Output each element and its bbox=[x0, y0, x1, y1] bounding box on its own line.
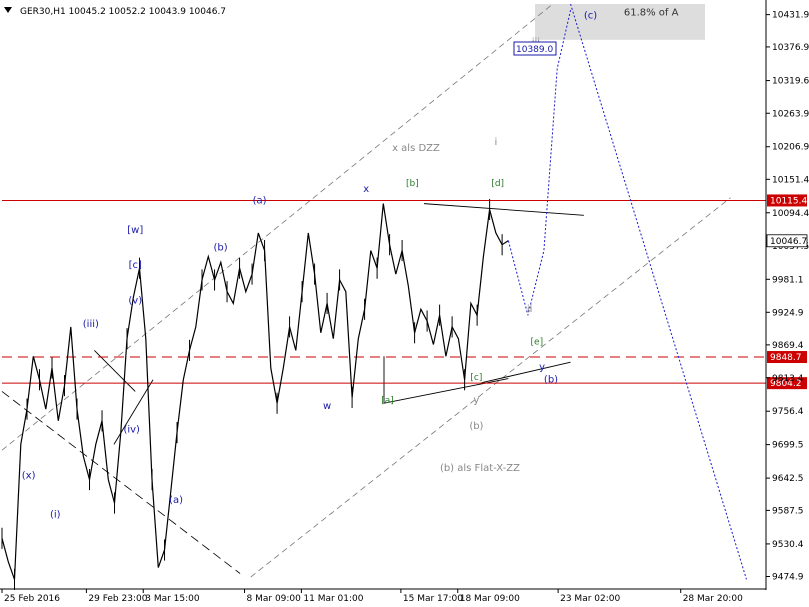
level-badge-text-1: 9848.7 bbox=[770, 353, 802, 363]
wave-label-6: [w] bbox=[127, 225, 143, 236]
time-tick-label-7: 23 Mar 02:00 bbox=[560, 594, 620, 604]
price-tick-label-12: 9756.4 bbox=[772, 407, 804, 417]
wave-label-20: [d] bbox=[491, 179, 504, 189]
wave-label-1: (i) bbox=[50, 510, 61, 521]
wave-label-2: (iii) bbox=[83, 319, 99, 330]
wave-label-8: (b) bbox=[213, 243, 227, 254]
time-tick-label-0: 25 Feb 2016 bbox=[4, 594, 60, 604]
time-tick-label-2: 3 Mar 15:00 bbox=[145, 594, 200, 604]
price-tick-label-8: 9981.1 bbox=[772, 275, 804, 285]
target-zone: 61.8% of A (c) bbox=[535, 4, 706, 40]
target-zone-label: 61.8% of A bbox=[624, 8, 679, 19]
price-tick-label-10: 9869.4 bbox=[772, 341, 804, 351]
wave-label-15: [c] bbox=[470, 373, 482, 383]
price-tick-label-0: 10431.9 bbox=[772, 11, 809, 21]
price-tick-label-14: 9642.5 bbox=[772, 474, 804, 484]
price-tick-label-4: 10206.9 bbox=[772, 143, 809, 153]
symbol-header: GER30,H1 10045.2 10052.2 10043.9 10046.7 bbox=[20, 7, 226, 17]
wave-label-23: y bbox=[539, 362, 545, 373]
wave-label-16: y bbox=[473, 395, 479, 406]
wave-label-21: ii bbox=[527, 304, 533, 315]
price-tick-label-2: 10319.6 bbox=[772, 77, 809, 87]
wave-label-9: (a) bbox=[253, 196, 267, 207]
price-tick-label-13: 9699.5 bbox=[772, 441, 804, 451]
time-tick-label-3: 8 Mar 09:00 bbox=[247, 594, 302, 604]
price-tick-label-5: 10151.4 bbox=[772, 175, 809, 185]
wave-label-22: [e] bbox=[531, 338, 544, 348]
price-tick-label-6: 10094.4 bbox=[772, 209, 809, 219]
chart-background bbox=[0, 0, 809, 607]
wave-label-7: (a) bbox=[169, 495, 183, 506]
price-tick-label-15: 9587.5 bbox=[772, 506, 804, 516]
price-tick-label-16: 9530.4 bbox=[772, 540, 804, 550]
wave-label-19: i bbox=[495, 137, 498, 148]
price-tick-label-11: 9813.4 bbox=[772, 374, 804, 384]
time-tick-label-4: 11 Mar 01:00 bbox=[303, 594, 363, 604]
target-price-badge-text: 10389.0 bbox=[516, 45, 553, 55]
price-chart[interactable]: 61.8% of A (c) 10115.49848.79804.2 (x)(i… bbox=[0, 0, 809, 607]
price-tick-label-1: 10376.9 bbox=[772, 43, 809, 53]
target-price-badge: 10389.0 bbox=[513, 41, 557, 56]
wave-label-c-target: (c) bbox=[584, 11, 597, 22]
price-tick-label-3: 10263.9 bbox=[772, 109, 809, 119]
time-tick-label-5: 15 Mar 17:00 bbox=[403, 594, 463, 604]
time-tick-label-8: 28 Mar 20:00 bbox=[683, 594, 743, 604]
wave-label-3: (iv) bbox=[123, 425, 140, 436]
wave-label-18: (b) als Flat-X-ZZ bbox=[440, 463, 520, 474]
price-tick-label-9: 9924.9 bbox=[772, 308, 804, 318]
wave-label-17: (b) bbox=[469, 421, 483, 432]
level-badge-text-0: 10115.4 bbox=[770, 196, 807, 206]
wave-label-5: [c] bbox=[129, 260, 142, 271]
wave-label-12: x als DZZ bbox=[392, 143, 440, 154]
wave-label-14: [a] bbox=[381, 396, 394, 406]
wave-label-0: (x) bbox=[22, 470, 36, 481]
target-zone-box bbox=[535, 4, 706, 40]
price-tick-label-17: 9474.9 bbox=[772, 572, 804, 582]
wave-label-10: w bbox=[323, 401, 331, 412]
time-tick-label-1: 29 Feb 23:00 bbox=[88, 594, 147, 604]
wave-label-11: x bbox=[363, 184, 369, 195]
current-price-label: 10046.7 bbox=[770, 237, 807, 247]
wave-label-24: (b) bbox=[544, 375, 558, 386]
time-tick-label-6: 18 Mar 09:00 bbox=[460, 594, 520, 604]
wave-label-4: (v) bbox=[128, 295, 142, 306]
wave-label-13: [b] bbox=[406, 179, 419, 189]
